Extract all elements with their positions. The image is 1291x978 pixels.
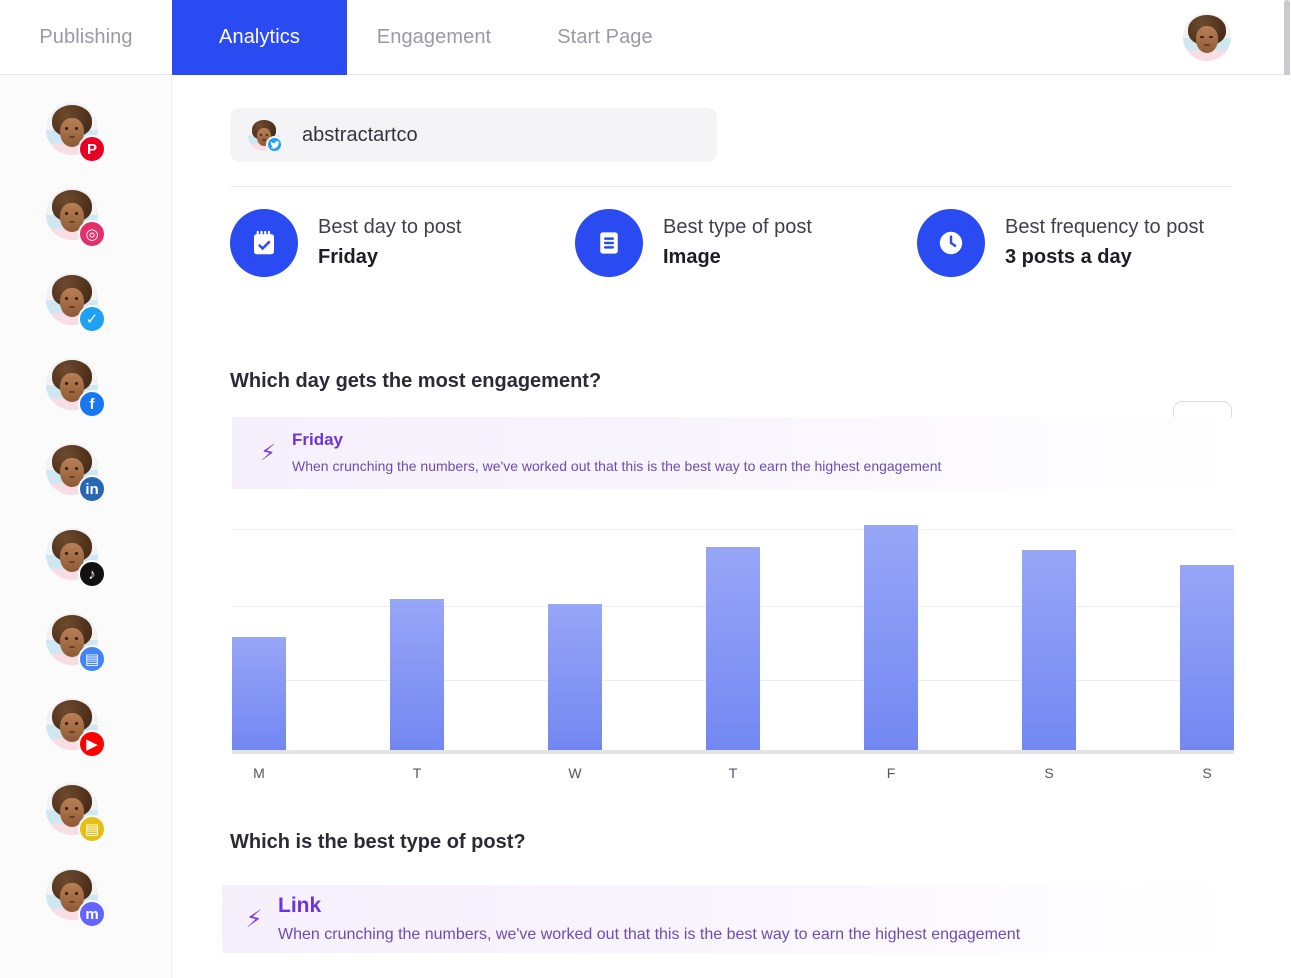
section-title-best-post-type: Which is the best type of post? (230, 831, 526, 854)
youtube-icon: ▶ (78, 730, 106, 758)
tab-start-page[interactable]: Start Page (521, 0, 689, 75)
insight-headline: Friday (292, 428, 941, 453)
chart-bar[interactable] (1022, 550, 1076, 750)
clock-icon (917, 209, 985, 277)
sidebar-account-linkedin[interactable]: in (46, 443, 104, 501)
stat-label: Best frequency to post (1005, 214, 1204, 241)
stat-card-best-frequency: Best frequency to post 3 posts a day (917, 209, 1204, 277)
chart-bar[interactable] (548, 604, 602, 750)
chart-baseline-axis (232, 750, 1234, 754)
sidebar-account-mastodon[interactable]: m (46, 868, 104, 926)
account-name: abstractartco (302, 124, 418, 147)
chart-bar[interactable] (1180, 565, 1234, 750)
lightning-bolt-icon: ⚡ (250, 440, 286, 466)
business-profile-icon: ▤ (78, 815, 106, 843)
twitter-icon: ✓ (78, 305, 106, 333)
insight-headline: Link (278, 891, 1020, 920)
chart-x-tick-label: T (706, 765, 760, 781)
chart-x-tick-label: T (390, 765, 444, 781)
article-icon (575, 209, 643, 277)
stat-card-best-day: Best day to post Friday (230, 209, 461, 277)
chart-bar[interactable] (864, 525, 918, 750)
sidebar-account-tiktok[interactable]: ♪ (46, 528, 104, 586)
facebook-icon: f (78, 390, 106, 418)
pinterest-icon: P (78, 135, 106, 163)
chart-bar[interactable] (706, 547, 760, 750)
calendar-check-icon (230, 209, 298, 277)
chart-x-tick-label: W (548, 765, 602, 781)
insight-description: When crunching the numbers, we've worked… (278, 922, 1020, 948)
stat-card-best-type: Best type of post Image (575, 209, 812, 277)
section-divider (230, 186, 1232, 187)
tiktok-icon: ♪ (78, 560, 106, 588)
lightning-bolt-icon: ⚡ (236, 905, 272, 934)
chart-x-tick-label: S (1022, 765, 1076, 781)
chart-bar[interactable] (390, 599, 444, 750)
stat-value: Friday (318, 243, 461, 272)
engagement-by-day-bar-chart: MTWTFSS (232, 520, 1234, 795)
instagram-icon: ◎ (78, 220, 106, 248)
linkedin-icon: in (78, 475, 106, 503)
tab-publishing[interactable]: Publishing (0, 0, 172, 75)
insight-description: When crunching the numbers, we've worked… (292, 455, 941, 477)
account-selector[interactable]: abstractartco (230, 108, 717, 162)
chart-bar[interactable] (232, 637, 286, 750)
avatar[interactable] (1183, 13, 1231, 61)
twitter-icon (266, 136, 283, 153)
sidebar-account-instagram[interactable]: ◎ (46, 188, 104, 246)
chart-gridline (232, 529, 1234, 530)
chart-x-tick-label: M (232, 765, 286, 781)
top-navigation-bar: Publishing Analytics Engagement Start Pa… (0, 0, 1291, 75)
sidebar-account-twitter[interactable]: ✓ (46, 273, 104, 331)
sidebar-account-google-business[interactable]: ▤ (46, 613, 104, 671)
chart-x-tick-label: F (864, 765, 918, 781)
chart-plot-area (232, 529, 1234, 754)
tab-analytics[interactable]: Analytics (172, 0, 347, 75)
avatar-image (1183, 13, 1231, 61)
account-selector-avatar (248, 119, 280, 151)
section-title-engagement-day: Which day gets the most engagement? (230, 370, 601, 393)
stat-label: Best day to post (318, 214, 461, 241)
sidebar-account-pinterest[interactable]: P (46, 103, 104, 161)
insight-banner-best-type: ⚡ Link When crunching the numbers, we've… (222, 885, 1234, 953)
stat-value: Image (663, 243, 812, 272)
mastodon-icon: m (78, 900, 106, 928)
google-business-icon: ▤ (78, 645, 106, 673)
stat-value: 3 posts a day (1005, 243, 1204, 272)
sidebar-account-business-profile[interactable]: ▤ (46, 783, 104, 841)
insight-banner-best-day: ⚡ Friday When crunching the numbers, we'… (232, 417, 1234, 489)
account-sidebar: P ◎ ✓ f in ♪ ▤ ▶ ▤ m (0, 75, 172, 978)
stat-label: Best type of post (663, 214, 812, 241)
sidebar-account-facebook[interactable]: f (46, 358, 104, 416)
chart-x-tick-label: S (1180, 765, 1234, 781)
tab-engagement[interactable]: Engagement (347, 0, 521, 75)
sidebar-account-youtube[interactable]: ▶ (46, 698, 104, 756)
